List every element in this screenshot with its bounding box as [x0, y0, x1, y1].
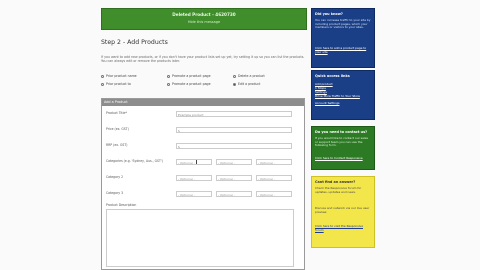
box-text: If you would like to contact our sales o… [315, 136, 369, 148]
box-text: Discuss and network via our live user pr… [315, 206, 370, 214]
forum-link[interactable]: Click here to visit the Responsive forum [315, 224, 371, 232]
option-radio[interactable]: Promote a product page [167, 82, 211, 86]
category-select[interactable]: - Optional - [256, 159, 292, 165]
option-label: Edit a product [238, 82, 261, 86]
quick-link[interactable]: Drive More Traffic to Your Store [315, 94, 371, 99]
product-title-input[interactable]: Example product [176, 111, 292, 117]
category-select[interactable]: - Optional - [256, 191, 292, 197]
radio-icon[interactable] [233, 74, 236, 78]
radio-icon[interactable] [101, 82, 104, 86]
radio-icon[interactable] [101, 74, 104, 78]
contact-box: Do you need to contact us? If you would … [311, 126, 375, 170]
did-you-know-box: Did you know? You can increase traffic t… [311, 8, 375, 68]
field-label: Price (ex. GST) [106, 127, 129, 131]
option-radio[interactable]: Promote a product page [167, 74, 211, 78]
category-select[interactable]: - Optional - [216, 175, 252, 181]
field-label: RRP (ex. GST) [106, 143, 128, 147]
option-label: Delete a product [238, 74, 265, 78]
field-label: Product Description [106, 203, 137, 207]
box-title: Did you know? [315, 12, 343, 16]
option-radio[interactable]: Prior product name [101, 74, 137, 78]
banner-title: Deleted Product - 4620730 [172, 12, 236, 17]
radio-icon[interactable] [167, 74, 170, 78]
box-title: Quick access links [315, 74, 350, 78]
quick-link[interactable]: Account Settings [315, 101, 371, 106]
page-title: Step 2 - Add Products [101, 39, 168, 46]
option-radio[interactable]: Prior product to [101, 82, 131, 86]
contact-link[interactable]: Click here to Contact Responsive [315, 156, 371, 161]
field-label: Product Title* [106, 111, 127, 115]
box-text: Check the Responsive forum for updates, … [315, 186, 362, 194]
box-title: Cant find an answer? [315, 180, 356, 184]
option-radio[interactable]: Delete a product [233, 74, 265, 78]
category-select[interactable]: - Optional - [176, 159, 212, 165]
option-label: Promote a product page [172, 82, 211, 86]
price-input[interactable]: $ [176, 127, 292, 133]
option-radio[interactable]: Edit a product [233, 82, 260, 86]
form-header: Add a Product [102, 99, 304, 106]
option-label: Prior product to [106, 82, 131, 86]
box-text: You can increase traffic to your site by… [315, 18, 371, 30]
field-label: Categories (e.g. 'Sydney, Aus., GST') [106, 159, 163, 163]
add-product-form: Add a Product Product Title* Example pro… [101, 98, 305, 270]
category-select[interactable]: - Optional - [216, 191, 252, 197]
forum-box: Cant find an answer? Check the Responsiv… [311, 176, 375, 248]
intro-text: If you want to add new products, or if y… [101, 55, 305, 63]
page: Deleted Product - 4620730 Hide this mess… [0, 0, 480, 270]
radio-icon-selected[interactable] [233, 82, 236, 86]
field-label: Category 3 [106, 191, 124, 195]
category-select[interactable]: - Optional - [256, 175, 292, 181]
add-product-page-link[interactable]: Click here to add a product page to your… [315, 46, 371, 54]
status-banner: Deleted Product - 4620730 Hide this mess… [101, 8, 307, 30]
product-description-textarea[interactable] [106, 209, 294, 267]
box-title: Do you need to contact us? [315, 130, 368, 134]
category-select[interactable]: - Optional - [216, 159, 252, 165]
hide-message-link[interactable]: Hide this message [102, 20, 306, 24]
radio-icon[interactable] [167, 82, 170, 86]
quick-links-box: Quick access links Add product 1 Stops S… [311, 70, 375, 120]
option-label: Promote a product page [172, 74, 211, 78]
rrp-input[interactable]: $ [176, 143, 292, 149]
field-label: Category 2 [106, 175, 124, 179]
text-cursor-icon [196, 160, 197, 164]
category-select[interactable]: - Optional - [176, 175, 212, 181]
category-select[interactable]: - Optional - [176, 191, 212, 197]
option-label: Prior product name [106, 74, 137, 78]
